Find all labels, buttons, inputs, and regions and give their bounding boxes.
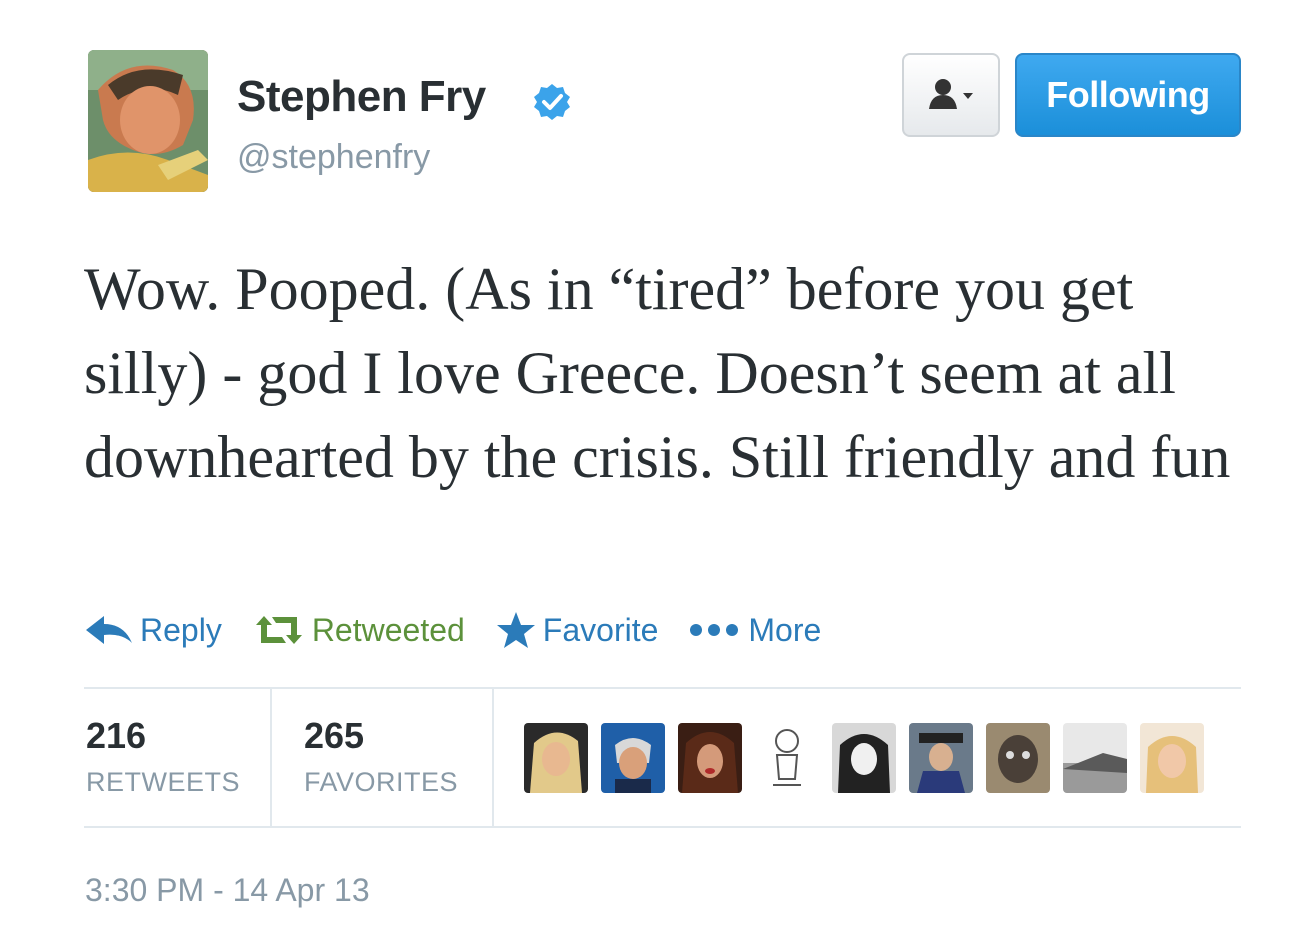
- retweeted-action[interactable]: Retweeted: [252, 612, 465, 649]
- retweets-stat[interactable]: 216 RETWEETS: [86, 715, 240, 798]
- favoriters-avatars: [524, 723, 1217, 793]
- favoriter-photo-icon: [678, 723, 742, 793]
- favorite-label: Favorite: [542, 611, 659, 648]
- reply-label: Reply: [140, 611, 222, 648]
- stats-separator: [492, 688, 494, 826]
- favoriter-avatar[interactable]: [755, 723, 819, 793]
- user-handle[interactable]: @stephenfry: [237, 138, 430, 177]
- reply-arrow-icon: [86, 616, 132, 644]
- favoriter-photo-icon: [601, 723, 665, 793]
- retweeted-label: Retweeted: [311, 611, 465, 648]
- favoriter-avatar[interactable]: [524, 723, 588, 793]
- favoriter-photo-icon: [755, 723, 819, 793]
- display-name[interactable]: Stephen Fry: [237, 72, 486, 122]
- favoriter-photo-icon: [1063, 723, 1127, 793]
- favoriter-photo-icon: [524, 723, 588, 793]
- stats-divider-bottom: [84, 826, 1241, 828]
- user-avatar[interactable]: [88, 50, 208, 192]
- retweets-count: 216: [86, 715, 147, 756]
- following-button[interactable]: Following: [1015, 53, 1241, 137]
- reply-action[interactable]: Reply: [84, 612, 222, 649]
- stats-divider-top: [84, 687, 1241, 689]
- retweet-icon: [255, 616, 302, 644]
- retweets-label: RETWEETS: [86, 767, 241, 797]
- favoriter-avatar[interactable]: [678, 723, 742, 793]
- favoriter-avatar[interactable]: [1063, 723, 1127, 793]
- more-label: More: [748, 611, 822, 648]
- favoriter-avatar[interactable]: [909, 723, 973, 793]
- favoriter-avatar[interactable]: [832, 723, 896, 793]
- ellipsis-icon: [690, 624, 739, 636]
- person-dropdown-icon: [929, 79, 973, 109]
- favoriter-photo-icon: [909, 723, 973, 793]
- favorites-label: FAVORITES: [304, 767, 459, 797]
- favorites-count: 265: [304, 715, 365, 756]
- tweet-timestamp[interactable]: 3:30 PM - 14 Apr 13: [85, 872, 370, 909]
- avatar-photo-icon: [88, 50, 208, 192]
- favoriter-avatar[interactable]: [1140, 723, 1204, 793]
- favoriter-avatar[interactable]: [601, 723, 665, 793]
- stats-separator: [270, 688, 272, 826]
- favoriter-photo-icon: [1140, 723, 1204, 793]
- verified-badge-icon: [534, 84, 570, 120]
- star-icon: [496, 612, 535, 648]
- tweet-actions: Reply Retweeted Favorite More: [84, 605, 851, 655]
- favoriter-photo-icon: [986, 723, 1050, 793]
- user-actions-dropdown-button[interactable]: [902, 53, 1000, 137]
- more-action[interactable]: More: [688, 612, 821, 649]
- favorites-stat[interactable]: 265 FAVORITES: [304, 715, 458, 798]
- favorite-action[interactable]: Favorite: [495, 611, 659, 649]
- tweet-text: Wow. Pooped. (As in “tired” before you g…: [84, 256, 1231, 490]
- favoriter-photo-icon: [832, 723, 896, 793]
- favoriter-avatar[interactable]: [986, 723, 1050, 793]
